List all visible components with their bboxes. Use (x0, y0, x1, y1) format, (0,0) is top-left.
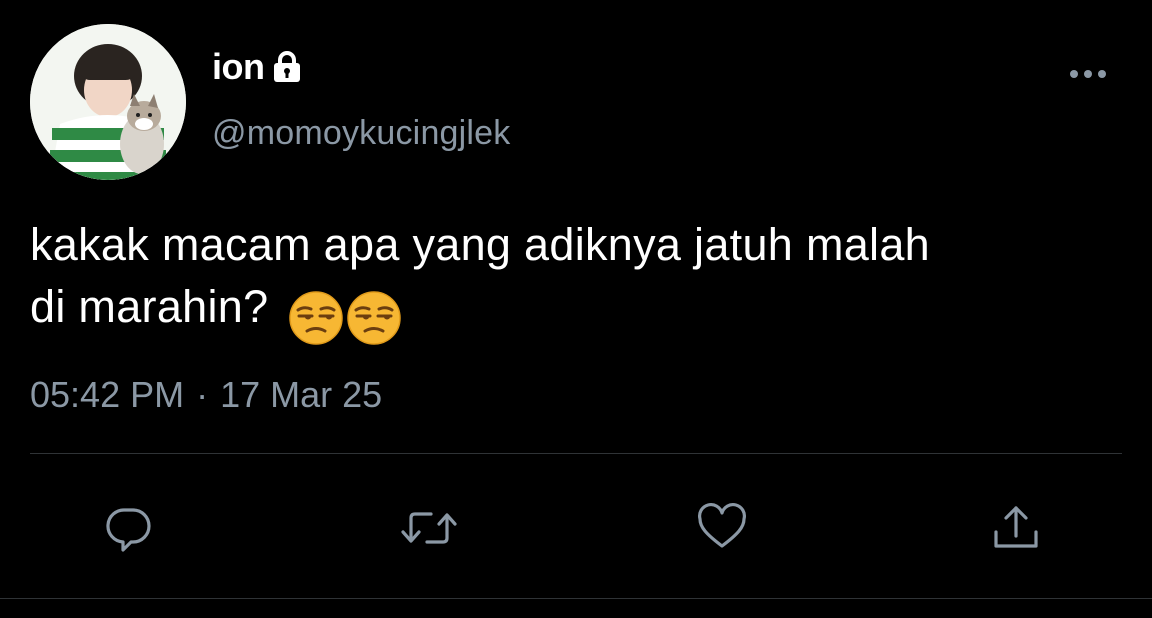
avatar-photo (30, 24, 186, 180)
tweet-timestamp[interactable]: 05:42 PM · 17 Mar 25 (30, 374, 382, 416)
unamused-face-icon (289, 291, 343, 345)
emoji-group (289, 284, 405, 346)
avatar[interactable] (30, 24, 186, 180)
share-button[interactable] (988, 500, 1044, 556)
more-options-icon[interactable] (1066, 64, 1110, 84)
tweet-text-line-1: kakak macam apa yang adiknya jatuh malah (30, 219, 931, 270)
divider (0, 598, 1152, 599)
unamused-face-icon (347, 291, 401, 345)
lock-icon (272, 50, 302, 84)
author-handle[interactable]: @momoykucingjlek (212, 114, 510, 153)
like-button[interactable] (694, 500, 750, 556)
tweet-text-line-2-text: di marahin? (30, 281, 269, 332)
share-icon (994, 506, 1038, 548)
tweet-date: 17 Mar 25 (220, 374, 383, 415)
tweet-time: 05:42 PM (30, 374, 185, 415)
author-name-row: ion (212, 42, 302, 92)
retweet-button[interactable] (397, 500, 457, 556)
reply-icon (106, 508, 151, 552)
timestamp-separator: · (196, 374, 209, 415)
divider (30, 453, 1122, 454)
author-display-name[interactable]: ion (212, 49, 265, 85)
tweet-text-line-2: di marahin? (30, 276, 1120, 346)
tweet-text: kakak macam apa yang adiknya jatuh malah… (30, 214, 1120, 346)
like-icon (698, 503, 746, 548)
reply-button[interactable] (101, 500, 157, 556)
retweet-icon (401, 512, 457, 544)
